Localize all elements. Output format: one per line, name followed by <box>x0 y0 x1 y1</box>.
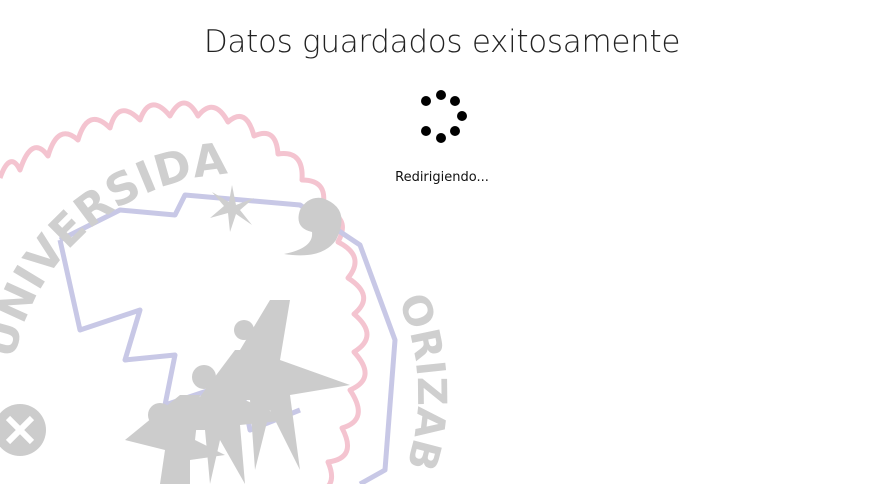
page: UNIVERSIDAD ORIZABA Datos guardados exit… <box>0 0 872 484</box>
seal-figures-icon <box>125 300 350 484</box>
seal-shield-outline <box>57 192 398 484</box>
loading-spinner-icon <box>421 90 467 143</box>
seal-star-icon <box>210 185 254 232</box>
seal-comma-mark <box>284 197 342 256</box>
seal-scalloped-border <box>0 100 370 484</box>
seal-arc-text-right: ORIZABA <box>0 0 454 475</box>
seal-cross-circle-icon <box>0 404 46 456</box>
university-seal-watermark: UNIVERSIDAD ORIZABA <box>0 0 454 484</box>
success-title: Datos guardados exitosamente <box>203 24 681 60</box>
redirect-status-text: Redirigiendo... <box>395 170 489 185</box>
